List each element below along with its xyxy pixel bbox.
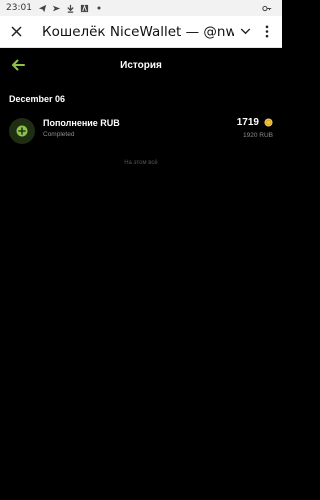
chevron-down-button[interactable]: [234, 16, 256, 48]
arrow-left-icon: [12, 59, 25, 71]
app-header: Кошелёк NiceWallet — @nwallet: [0, 16, 282, 48]
a-icon: [80, 3, 90, 13]
send-icon: [52, 3, 62, 13]
status-time: 23:01: [6, 3, 32, 13]
transaction-fiat-amount: 1920 RUB: [243, 132, 273, 139]
app-title: Кошелёк NiceWallet — @nwallet: [42, 23, 234, 40]
plus-circle-icon: [16, 125, 28, 137]
transaction-status: Completed: [43, 131, 75, 138]
transaction-row[interactable]: Пополнение RUB Completed 1719 1920 RUB: [9, 116, 273, 144]
download-icon: [66, 3, 76, 13]
page-title: История: [120, 59, 162, 71]
transaction-avatar: [9, 118, 35, 144]
back-button[interactable]: [8, 55, 28, 75]
wallet-page: История December 06 Пополнение RUB Compl…: [0, 48, 282, 500]
more-button[interactable]: [256, 16, 278, 48]
close-button[interactable]: [0, 16, 32, 48]
end-of-list-note: На этом всё: [124, 160, 158, 166]
history-date-header: December 06: [9, 94, 66, 104]
dot-icon: [94, 3, 104, 13]
coin-icon: [264, 118, 273, 127]
more-vertical-icon: [265, 25, 269, 38]
telegram-icon: [38, 3, 48, 13]
key-icon: [262, 3, 272, 13]
transaction-title: Пополнение RUB: [43, 118, 120, 128]
nav-bar: История: [0, 48, 282, 82]
close-icon: [11, 26, 21, 37]
transaction-amount: 1719: [236, 117, 259, 128]
status-bar: 23:01: [0, 0, 282, 16]
chevron-down-icon: [240, 28, 250, 35]
